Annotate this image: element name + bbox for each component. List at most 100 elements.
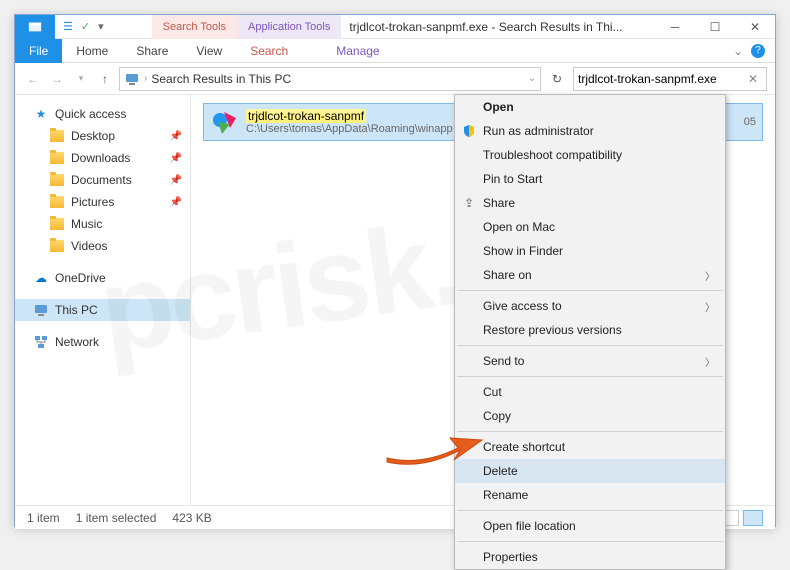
search-tools-header: Search Tools <box>152 15 237 39</box>
network-icon <box>33 334 49 350</box>
ctx-share[interactable]: ⇪Share <box>455 191 725 215</box>
nav-onedrive[interactable]: ☁OneDrive <box>15 267 190 289</box>
titlebar: ☰ ✓ ▾ Search Tools Application Tools trj… <box>15 15 775 39</box>
context-menu: Open Run as administrator Troubleshoot c… <box>454 94 726 570</box>
folder-icon <box>49 216 65 232</box>
pin-icon: 📌 <box>170 131 182 142</box>
shield-icon <box>461 123 477 139</box>
search-box[interactable]: ✕ <box>573 67 767 91</box>
quick-access-toolbar: ☰ ✓ ▾ <box>55 20 112 33</box>
result-text: trjdlcot-trokan-sanpmf C:\Users\tomas\Ap… <box>246 109 453 135</box>
folder-icon <box>49 150 65 166</box>
ctx-delete[interactable]: Delete <box>455 459 725 483</box>
chevron-right-icon: 〉 <box>705 354 715 369</box>
nav-forward-button[interactable]: → <box>47 69 67 89</box>
pin-icon: 📌 <box>170 175 182 186</box>
folder-icon <box>49 194 65 210</box>
qat-properties-icon[interactable]: ☰ <box>63 20 73 33</box>
ctx-show-finder[interactable]: Show in Finder <box>455 239 725 263</box>
nav-recent-dropdown[interactable]: ▾ <box>71 69 91 89</box>
nav-up-button[interactable]: ↑ <box>95 69 115 89</box>
ctx-open-mac[interactable]: Open on Mac <box>455 215 725 239</box>
nav-this-pc[interactable]: This PC <box>15 299 190 321</box>
pin-icon: 📌 <box>170 153 182 164</box>
ctx-run-admin[interactable]: Run as administrator <box>455 119 725 143</box>
search-input[interactable] <box>578 72 744 86</box>
pc-icon <box>33 302 49 318</box>
folder-icon <box>49 128 65 144</box>
quick-access-label: Quick access <box>55 107 126 121</box>
address-bar[interactable]: › Search Results in This PC ⌄ <box>119 67 541 91</box>
clear-search-icon[interactable]: ✕ <box>744 72 762 86</box>
close-button[interactable]: ✕ <box>735 15 775 39</box>
minimize-button[interactable]: ─ <box>655 15 695 39</box>
ctx-restore[interactable]: Restore previous versions <box>455 318 725 342</box>
file-tab[interactable]: File <box>15 39 62 63</box>
chevron-right-icon: 〉 <box>705 299 715 314</box>
ctx-give-access[interactable]: Give access to〉 <box>455 294 725 318</box>
folder-icon <box>49 238 65 254</box>
window-title: trjdlcot-trokan-sanpmf.exe - Search Resu… <box>341 20 655 34</box>
folder-icon <box>49 172 65 188</box>
contextual-tab-headers: Search Tools Application Tools <box>152 15 342 39</box>
nav-videos[interactable]: Videos <box>15 235 190 257</box>
home-tab[interactable]: Home <box>62 39 122 63</box>
ctx-send-to[interactable]: Send to〉 <box>455 349 725 373</box>
nav-music[interactable]: Music <box>15 213 190 235</box>
refresh-button[interactable]: ↻ <box>545 67 569 91</box>
app-icon <box>210 108 238 136</box>
location-icon <box>124 71 140 87</box>
result-path: C:\Users\tomas\AppData\Roaming\winapp <box>246 123 453 135</box>
ctx-pin-start[interactable]: Pin to Start <box>455 167 725 191</box>
separator <box>457 376 723 377</box>
maximize-button[interactable]: ☐ <box>695 15 735 39</box>
quick-access-node[interactable]: ★ Quick access <box>15 103 190 125</box>
onedrive-icon: ☁ <box>33 270 49 286</box>
search-contextual-tab[interactable]: Search <box>236 39 302 63</box>
status-count: 1 item <box>27 511 60 525</box>
navigation-pane: ★ Quick access Desktop📌 Downloads📌 Docum… <box>15 95 191 505</box>
annotation-arrow <box>382 422 492 477</box>
separator <box>457 510 723 511</box>
view-tab[interactable]: View <box>182 39 236 63</box>
ctx-create-shortcut[interactable]: Create shortcut <box>455 435 725 459</box>
ctx-properties[interactable]: Properties <box>455 545 725 569</box>
ctx-troubleshoot[interactable]: Troubleshoot compatibility <box>455 143 725 167</box>
address-text: Search Results in This PC <box>151 72 291 86</box>
result-name: trjdlcot-trokan-sanpmf <box>246 109 366 123</box>
separator <box>457 541 723 542</box>
separator <box>457 345 723 346</box>
ctx-open[interactable]: Open <box>455 95 725 119</box>
separator <box>457 290 723 291</box>
ribbon-tabs: File Home Share View Search Manage ⌄ ? <box>15 39 775 63</box>
application-tools-header: Application Tools <box>237 15 341 39</box>
qat-dropdown-icon[interactable]: ▾ <box>98 20 104 33</box>
nav-documents[interactable]: Documents📌 <box>15 169 190 191</box>
manage-contextual-tab[interactable]: Manage <box>322 39 393 63</box>
share-icon: ⇪ <box>461 195 477 211</box>
status-selected: 1 item selected <box>76 511 157 525</box>
ctx-rename[interactable]: Rename <box>455 483 725 507</box>
chevron-right-icon: 〉 <box>705 268 715 283</box>
window-controls: ─ ☐ ✕ <box>655 15 775 39</box>
ctx-share-on[interactable]: Share on〉 <box>455 263 725 287</box>
ctx-copy[interactable]: Copy <box>455 404 725 428</box>
address-bar-row: ← → ▾ ↑ › Search Results in This PC ⌄ ↻ … <box>15 63 775 95</box>
share-tab[interactable]: Share <box>122 39 182 63</box>
ctx-cut[interactable]: Cut <box>455 380 725 404</box>
nav-pictures[interactable]: Pictures📌 <box>15 191 190 213</box>
pin-icon: 📌 <box>170 197 182 208</box>
ribbon-expand-icon[interactable]: ⌄ <box>733 44 743 58</box>
help-icon[interactable]: ? <box>751 44 765 58</box>
ctx-open-location[interactable]: Open file location <box>455 514 725 538</box>
separator <box>457 431 723 432</box>
star-icon: ★ <box>33 106 49 122</box>
result-date: 05 <box>744 116 756 128</box>
nav-back-button[interactable]: ← <box>23 69 43 89</box>
nav-network[interactable]: Network <box>15 331 190 353</box>
nav-downloads[interactable]: Downloads📌 <box>15 147 190 169</box>
large-icons-view-icon[interactable] <box>743 510 763 526</box>
system-menu-icon[interactable] <box>15 15 55 39</box>
qat-check-icon[interactable]: ✓ <box>81 20 90 33</box>
nav-desktop[interactable]: Desktop📌 <box>15 125 190 147</box>
